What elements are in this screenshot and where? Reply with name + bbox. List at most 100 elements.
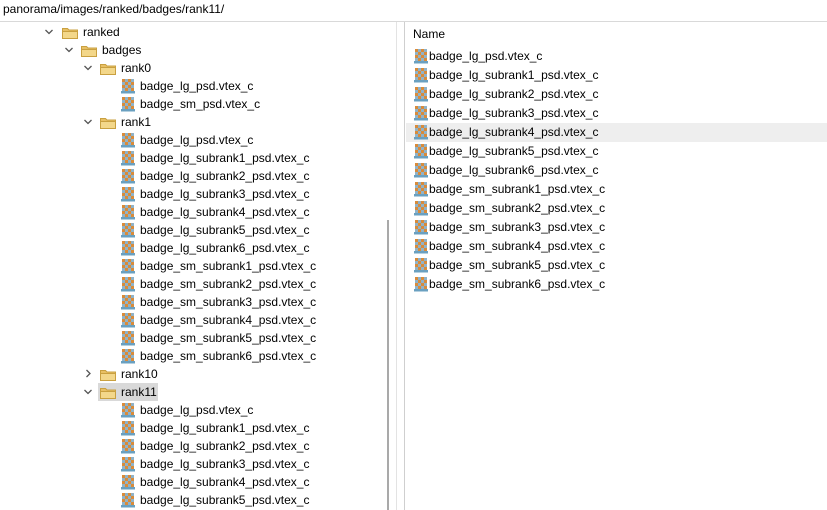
- tree-file[interactable]: badge_lg_subrank3_psd.vtex_c: [0, 455, 380, 473]
- folder-icon: [62, 26, 78, 39]
- file-list-pane[interactable]: Name badge_lg_psd.vtex_c badge_lg_subrank…: [406, 22, 827, 510]
- file-list-item[interactable]: badge_lg_psd.vtex_c: [406, 47, 827, 66]
- tree-file[interactable]: badge_lg_psd.vtex_c: [0, 77, 380, 95]
- texture-file-icon: [120, 78, 136, 94]
- texture-file-icon: [413, 276, 429, 292]
- file-name: badge_sm_subrank1_psd.vtex_c: [429, 182, 606, 196]
- texture-file-icon: [120, 150, 136, 166]
- tree-item-label: badge_lg_subrank5_psd.vtex_c: [140, 493, 310, 507]
- tree-item-label: badge_lg_subrank1_psd.vtex_c: [140, 421, 310, 435]
- file-list-item[interactable]: badge_lg_subrank1_psd.vtex_c: [406, 66, 827, 85]
- path-text: panorama/images/ranked/badges/rank11/: [3, 2, 225, 16]
- file-list-item[interactable]: badge_sm_subrank1_psd.vtex_c: [406, 180, 827, 199]
- file-name: badge_sm_subrank3_psd.vtex_c: [429, 220, 606, 234]
- texture-file-icon: [413, 238, 429, 254]
- texture-file-icon: [120, 222, 136, 238]
- tree-file[interactable]: badge_lg_subrank4_psd.vtex_c: [0, 203, 380, 221]
- tree-file[interactable]: badge_lg_psd.vtex_c: [0, 401, 380, 419]
- texture-file-icon: [120, 258, 136, 274]
- chevron-right-icon[interactable]: [82, 365, 94, 383]
- tree-scrollbar[interactable]: [382, 22, 394, 510]
- file-list-item[interactable]: badge_lg_subrank4_psd.vtex_c: [406, 123, 827, 142]
- chevron-down-icon[interactable]: [63, 41, 75, 59]
- texture-file-icon: [413, 200, 429, 216]
- tree-file[interactable]: badge_sm_subrank4_psd.vtex_c: [0, 311, 380, 329]
- file-name: badge_sm_subrank4_psd.vtex_c: [429, 239, 606, 253]
- tree-file[interactable]: badge_sm_subrank3_psd.vtex_c: [0, 293, 380, 311]
- file-name: badge_lg_subrank5_psd.vtex_c: [429, 144, 599, 158]
- chevron-down-icon[interactable]: [82, 113, 94, 131]
- tree-folder-badges[interactable]: badges: [0, 41, 380, 59]
- tree-item-label: badge_lg_subrank6_psd.vtex_c: [140, 241, 310, 255]
- tree-item-label: badge_lg_subrank3_psd.vtex_c: [140, 457, 310, 471]
- file-name: badge_lg_subrank1_psd.vtex_c: [429, 68, 599, 82]
- tree-file[interactable]: badge_lg_subrank3_psd.vtex_c: [0, 185, 380, 203]
- folder-icon: [100, 368, 116, 381]
- texture-file-icon: [413, 181, 429, 197]
- chevron-down-icon[interactable]: [43, 23, 55, 41]
- chevron-down-icon[interactable]: [82, 59, 94, 77]
- file-list-item[interactable]: badge_sm_subrank3_psd.vtex_c: [406, 218, 827, 237]
- pane-splitter[interactable]: [396, 22, 405, 510]
- tree-file[interactable]: badge_lg_subrank2_psd.vtex_c: [0, 167, 380, 185]
- tree-folder-rank1[interactable]: rank1: [0, 113, 380, 131]
- tree-folder-ranked[interactable]: ranked: [0, 23, 380, 41]
- file-name: badge_lg_subrank3_psd.vtex_c: [429, 106, 599, 120]
- tree-folder-rank0[interactable]: rank0: [0, 59, 380, 77]
- texture-file-icon: [120, 240, 136, 256]
- file-list-item[interactable]: badge_sm_subrank5_psd.vtex_c: [406, 256, 827, 275]
- tree-folder-rank10[interactable]: rank10: [0, 365, 380, 383]
- tree-file[interactable]: badge_sm_subrank1_psd.vtex_c: [0, 257, 380, 275]
- chevron-down-icon[interactable]: [82, 383, 94, 401]
- texture-file-icon: [413, 86, 429, 102]
- folder-tree[interactable]: ranked badges rank0 badge_lg_psd.vtex_c badg…: [0, 22, 394, 510]
- file-list-item[interactable]: badge_sm_subrank6_psd.vtex_c: [406, 275, 827, 294]
- file-list-item[interactable]: badge_lg_subrank2_psd.vtex_c: [406, 85, 827, 104]
- path-bar[interactable]: panorama/images/ranked/badges/rank11/: [0, 0, 827, 22]
- tree-item-label: badge_lg_subrank3_psd.vtex_c: [140, 187, 310, 201]
- texture-file-icon: [413, 257, 429, 273]
- texture-file-icon: [120, 132, 136, 148]
- file-list-item[interactable]: badge_lg_subrank6_psd.vtex_c: [406, 161, 827, 180]
- texture-file-icon: [120, 204, 136, 220]
- tree-file[interactable]: badge_lg_psd.vtex_c: [0, 131, 380, 149]
- texture-file-icon: [413, 143, 429, 159]
- tree-file[interactable]: badge_lg_subrank4_psd.vtex_c: [0, 473, 380, 491]
- file-name: badge_sm_subrank2_psd.vtex_c: [429, 201, 606, 215]
- tree-file[interactable]: badge_sm_psd.vtex_c: [0, 95, 380, 113]
- texture-file-icon: [120, 492, 136, 508]
- tree-item-label: rank10: [121, 367, 158, 381]
- file-list-item[interactable]: badge_sm_subrank2_psd.vtex_c: [406, 199, 827, 218]
- tree-item-label: badge_sm_subrank3_psd.vtex_c: [140, 295, 317, 309]
- tree-file[interactable]: badge_sm_subrank6_psd.vtex_c: [0, 347, 380, 365]
- file-name: badge_lg_psd.vtex_c: [429, 49, 543, 63]
- tree-file[interactable]: badge_lg_subrank1_psd.vtex_c: [0, 419, 380, 437]
- texture-file-icon: [120, 420, 136, 436]
- file-name: badge_lg_subrank6_psd.vtex_c: [429, 163, 599, 177]
- file-name: badge_lg_subrank2_psd.vtex_c: [429, 87, 599, 101]
- tree-item-label: badge_lg_subrank1_psd.vtex_c: [140, 151, 310, 165]
- tree-item-label: badge_lg_psd.vtex_c: [140, 79, 254, 93]
- file-list-item[interactable]: badge_lg_subrank5_psd.vtex_c: [406, 142, 827, 161]
- scrollbar-thumb[interactable]: [387, 220, 389, 510]
- tree-folder-rank11[interactable]: rank11: [0, 383, 380, 401]
- texture-file-icon: [413, 162, 429, 178]
- texture-file-icon: [120, 348, 136, 364]
- tree-item-label: ranked: [83, 25, 120, 39]
- tree-file[interactable]: badge_lg_subrank1_psd.vtex_c: [0, 149, 380, 167]
- tree-item-label: badge_sm_psd.vtex_c: [140, 97, 261, 111]
- tree-file[interactable]: badge_lg_subrank5_psd.vtex_c: [0, 491, 380, 509]
- texture-file-icon: [120, 474, 136, 490]
- tree-file[interactable]: badge_sm_subrank2_psd.vtex_c: [0, 275, 380, 293]
- texture-file-icon: [120, 456, 136, 472]
- name-column-header[interactable]: Name: [413, 27, 445, 41]
- tree-file[interactable]: badge_sm_subrank5_psd.vtex_c: [0, 329, 380, 347]
- file-name: badge_sm_subrank5_psd.vtex_c: [429, 258, 606, 272]
- file-list-item[interactable]: badge_lg_subrank3_psd.vtex_c: [406, 104, 827, 123]
- tree-file[interactable]: badge_lg_subrank5_psd.vtex_c: [0, 221, 380, 239]
- tree-file[interactable]: badge_lg_subrank2_psd.vtex_c: [0, 437, 380, 455]
- file-list-item[interactable]: badge_sm_subrank4_psd.vtex_c: [406, 237, 827, 256]
- texture-file-icon: [120, 168, 136, 184]
- tree-file[interactable]: badge_lg_subrank6_psd.vtex_c: [0, 239, 380, 257]
- texture-file-icon: [413, 124, 429, 140]
